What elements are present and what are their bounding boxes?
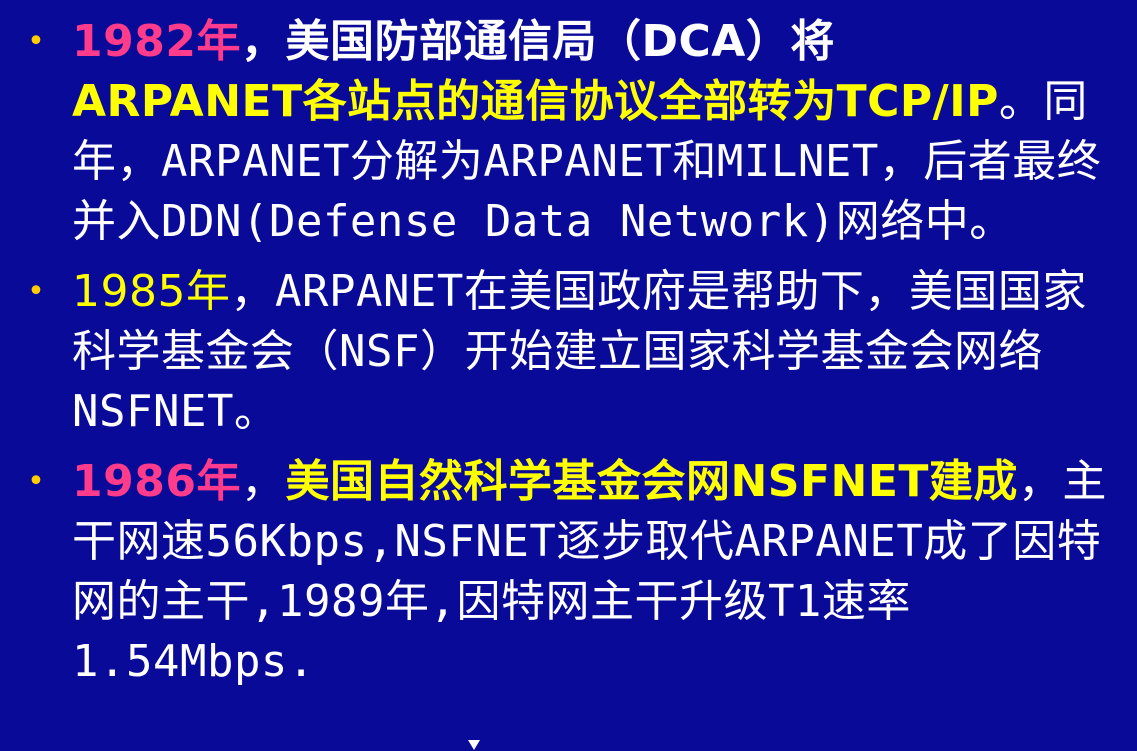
text-segment: ， [240, 456, 286, 507]
bullet-dot-icon: • [27, 24, 45, 59]
highlight-text: 美国自然科学基金会网NSFNET建成 [285, 456, 1018, 507]
bullet-text: 1985年，ARPANET在美国政府是帮助下，美国国家科学基金会（NSF）开始建… [72, 262, 1117, 442]
highlight-text: ARPANET各站点的通信协议全部转为TCP/IP [72, 76, 999, 127]
text-segment: ）将 [745, 16, 835, 67]
bullet-1985: • 1985年，ARPANET在美国政府是帮助下，美国国家科学基金会（NSF）开… [0, 262, 1117, 442]
year-label: 1982年 [72, 16, 241, 67]
bullet-text: 1982年，美国防部通信局（DCA）将 ARPANET各站点的通信协议全部转为TC… [72, 12, 1117, 252]
bullet-text: 1986年，美国自然科学基金会网NSFNET建成，主干网速56Kbps,NSFN… [72, 452, 1117, 692]
mouse-cursor-icon [468, 740, 480, 750]
bullet-1986: • 1986年，美国自然科学基金会网NSFNET建成，主干网速56Kbps,NS… [0, 452, 1117, 692]
bullet-dot-icon: • [27, 464, 45, 499]
text-segment: ，美国防部通信局（ [240, 16, 642, 67]
slide: • 1982年，美国防部通信局（DCA）将 ARPANET各站点的通信协议全部转为… [0, 0, 1137, 751]
year-label: 1985年 [72, 266, 231, 317]
bullet-dot-icon: • [27, 274, 45, 309]
bullet-1982: • 1982年，美国防部通信局（DCA）将 ARPANET各站点的通信协议全部转为… [0, 12, 1117, 252]
year-label: 1986年 [72, 456, 241, 507]
org-abbrev: DCA [641, 16, 746, 67]
